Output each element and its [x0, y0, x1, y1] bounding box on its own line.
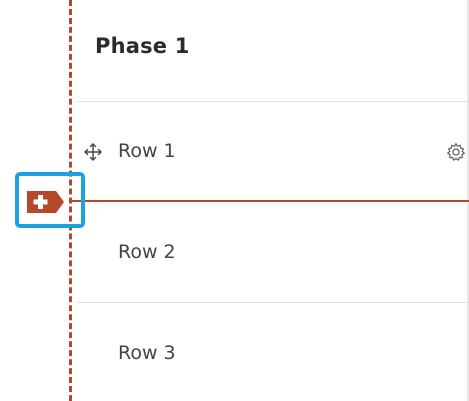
row-label: Row 2	[118, 241, 176, 263]
row-label: Row 3	[118, 342, 176, 364]
divider	[77, 302, 469, 303]
divider	[77, 101, 469, 102]
insertion-indicator	[70, 200, 469, 202]
gear-icon[interactable]	[446, 142, 466, 162]
phase-title: Phase 1	[95, 34, 190, 58]
phase-panel: Phase 1 Row 1 Row 2 Row 3	[0, 0, 469, 401]
row-label: Row 1	[118, 140, 176, 162]
add-row-icon[interactable]	[26, 190, 66, 214]
move-icon[interactable]	[83, 142, 103, 162]
